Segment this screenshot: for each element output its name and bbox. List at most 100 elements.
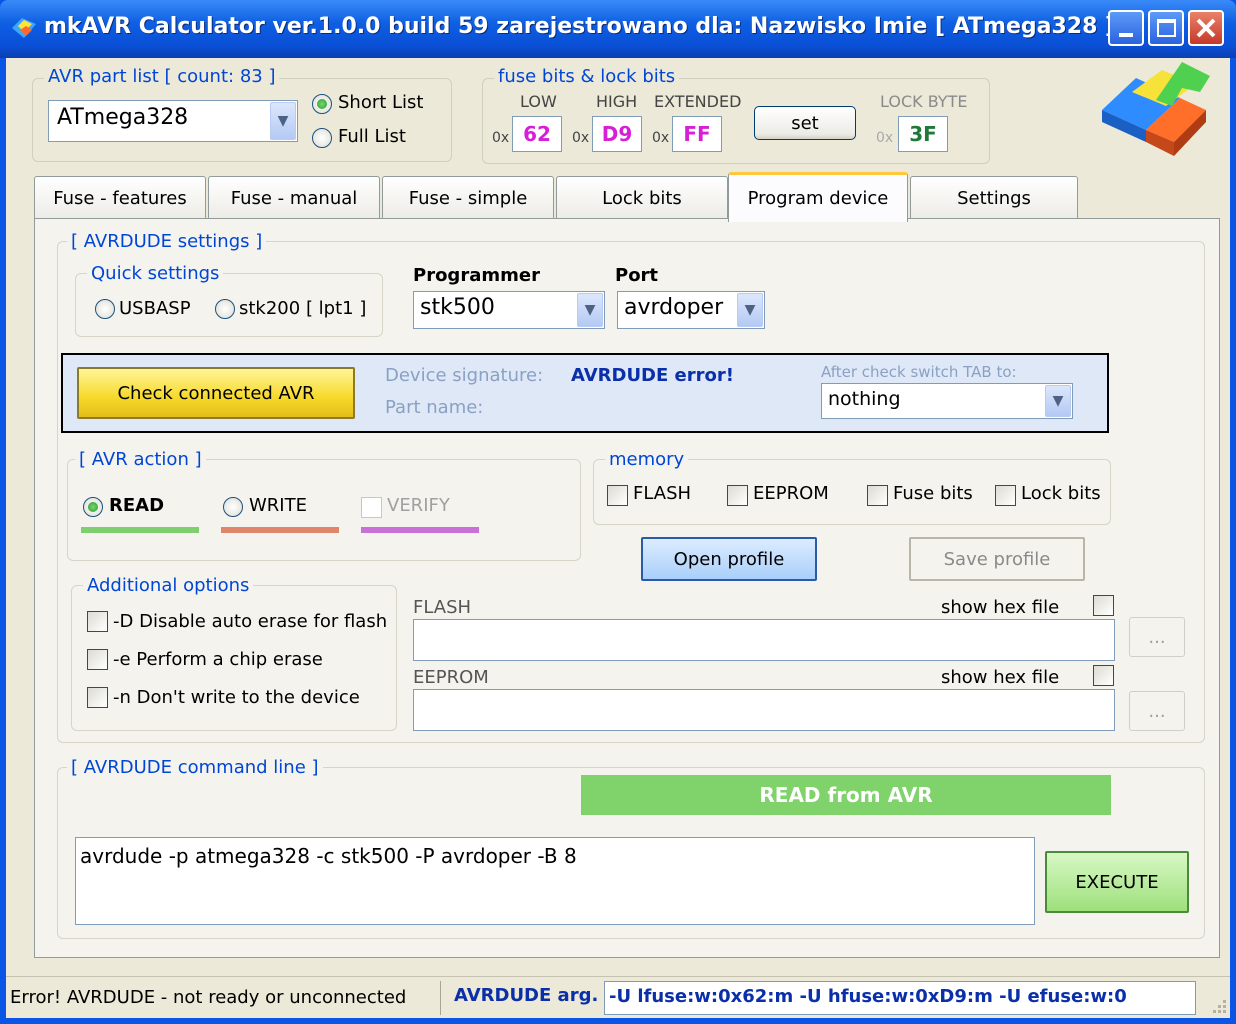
fuse-bits-checkbox[interactable] (867, 485, 888, 506)
read-color-bar (81, 527, 199, 533)
avr-action-label: [ AVR action ] (75, 449, 206, 470)
part-list-label: AVR part list [ count: 83 ] (44, 66, 280, 87)
read-from-avr-banner: READ from AVR (581, 775, 1111, 815)
eeprom-checkbox[interactable] (727, 485, 748, 506)
disable-auto-erase-checkbox[interactable] (87, 611, 108, 632)
tab-settings[interactable]: Settings (910, 176, 1078, 220)
write-radio[interactable] (223, 497, 243, 517)
eeprom-mem-label[interactable]: EEPROM (753, 483, 829, 504)
title-bar[interactable]: mkAVR Calculator ver.1.0.0 build 59 zare… (0, 0, 1236, 58)
stk200-label[interactable]: stk200 [ lpt1 ] (239, 298, 366, 319)
app-window: mkAVR Calculator ver.1.0.0 build 59 zare… (0, 0, 1236, 1024)
port-value: avrdoper (624, 295, 724, 320)
part-select[interactable]: ATmega328 ▼ (48, 100, 298, 142)
lock-byte-label: LOCK BYTE (880, 92, 968, 111)
flash-show-hex-checkbox[interactable] (1093, 595, 1114, 616)
short-list-label[interactable]: Short List (338, 92, 424, 113)
part-name-label: Part name: (385, 397, 484, 418)
high-label: HIGH (596, 92, 638, 111)
verify-checkbox[interactable] (361, 497, 382, 518)
tab-fuse-manual[interactable]: Fuse - manual (208, 176, 380, 220)
program-device-panel: [ AVRDUDE settings ] Quick settings USBA… (34, 218, 1220, 958)
after-check-select[interactable]: nothing ▼ (821, 383, 1073, 419)
chevron-down-icon[interactable]: ▼ (577, 293, 603, 327)
close-icon (1196, 18, 1216, 38)
eeprom-file-label: EEPROM (413, 667, 489, 688)
tab-program-device[interactable]: Program device (728, 172, 908, 222)
programmer-value: stk500 (420, 295, 495, 320)
window-title: mkAVR Calculator ver.1.0.0 build 59 zare… (44, 14, 1116, 39)
fuse-bits-mem-label[interactable]: Fuse bits (893, 483, 973, 504)
after-check-value: nothing (828, 388, 901, 410)
eeprom-file-input[interactable] (413, 689, 1115, 731)
read-radio[interactable] (83, 497, 103, 517)
dont-write-checkbox[interactable] (87, 687, 108, 708)
chevron-down-icon[interactable]: ▼ (1045, 385, 1071, 417)
avrdude-arg-field[interactable]: -U lfuse:w:0x62:m -U hfuse:w:0xD9:m -U e… (604, 981, 1196, 1015)
chevron-down-icon[interactable]: ▼ (270, 102, 296, 140)
avrdude-settings-label: [ AVRDUDE settings ] (67, 231, 267, 252)
command-line-input[interactable]: avrdude -p atmega328 -c stk500 -P avrdop… (75, 837, 1035, 925)
resize-grip-icon[interactable] (1210, 997, 1228, 1015)
tab-fuse-features[interactable]: Fuse - features (34, 176, 206, 220)
set-button[interactable]: set (754, 106, 856, 140)
maximize-button[interactable] (1148, 10, 1184, 46)
close-button[interactable] (1188, 10, 1224, 46)
part-select-value: ATmega328 (57, 105, 189, 130)
app-logo-icon (12, 18, 36, 38)
tab-fuse-simple[interactable]: Fuse - simple (382, 176, 554, 220)
usbasp-label[interactable]: USBASP (119, 298, 191, 319)
disable-auto-erase-label[interactable]: -D Disable auto erase for flash (113, 611, 387, 632)
eeprom-browse-button[interactable]: ... (1129, 691, 1185, 731)
flash-mem-label[interactable]: FLASH (633, 483, 691, 504)
low-fuse-field[interactable]: 62 (512, 116, 562, 152)
full-list-label[interactable]: Full List (338, 126, 406, 147)
write-color-bar (221, 527, 339, 533)
read-label[interactable]: READ (109, 495, 164, 516)
open-profile-button[interactable]: Open profile (641, 537, 817, 581)
chevron-down-icon[interactable]: ▼ (737, 293, 763, 327)
lock-bits-checkbox[interactable] (995, 485, 1016, 506)
programmer-label: Programmer (413, 265, 540, 286)
status-message: Error! AVRDUDE - not ready or unconnecte… (10, 987, 407, 1008)
flash-checkbox[interactable] (607, 485, 628, 506)
status-bar: Error! AVRDUDE - not ready or unconnecte… (6, 976, 1230, 1018)
ext-fuse-field[interactable]: FF (672, 116, 722, 152)
port-label: Port (615, 265, 659, 286)
minimize-button[interactable] (1108, 10, 1144, 46)
eeprom-show-hex-checkbox[interactable] (1093, 665, 1114, 686)
programmer-select[interactable]: stk500 ▼ (413, 291, 605, 329)
status-divider (440, 981, 441, 1015)
tab-lock-bits[interactable]: Lock bits (556, 176, 728, 220)
chip-erase-checkbox[interactable] (87, 649, 108, 670)
short-list-radio[interactable] (312, 94, 332, 114)
flash-file-label: FLASH (413, 597, 472, 618)
additional-options-label: Additional options (83, 575, 254, 596)
fuse-bits-label: fuse bits & lock bits (494, 66, 680, 87)
mkavr-logo-icon (1102, 62, 1210, 156)
port-select[interactable]: avrdoper ▼ (617, 291, 765, 329)
flash-show-hex-label[interactable]: show hex file (941, 597, 1059, 618)
stk200-radio[interactable] (215, 299, 235, 319)
lock-bits-mem-label[interactable]: Lock bits (1021, 483, 1101, 504)
flash-file-input[interactable] (413, 619, 1115, 661)
write-label[interactable]: WRITE (249, 495, 307, 516)
chip-erase-label[interactable]: -e Perform a chip erase (113, 649, 323, 670)
after-check-label: After check switch TAB to: (821, 363, 1017, 381)
low-prefix: 0x (492, 130, 510, 146)
verify-label: VERIFY (387, 495, 450, 516)
eeprom-show-hex-label[interactable]: show hex file (941, 667, 1059, 688)
memory-label: memory (605, 449, 689, 470)
high-fuse-field[interactable]: D9 (592, 116, 642, 152)
maximize-icon (1157, 19, 1176, 37)
client-area: AVR part list [ count: 83 ] ATmega328 ▼ … (6, 58, 1230, 1018)
flash-browse-button[interactable]: ... (1129, 617, 1185, 657)
lock-byte-field[interactable]: 3F (898, 116, 948, 152)
execute-button[interactable]: EXECUTE (1045, 851, 1189, 913)
usbasp-radio[interactable] (95, 299, 115, 319)
check-connected-button[interactable]: Check connected AVR (77, 367, 355, 419)
save-profile-button[interactable]: Save profile (909, 537, 1085, 581)
dont-write-label[interactable]: -n Don't write to the device (113, 687, 360, 708)
full-list-radio[interactable] (312, 128, 332, 148)
high-prefix: 0x (572, 130, 590, 146)
